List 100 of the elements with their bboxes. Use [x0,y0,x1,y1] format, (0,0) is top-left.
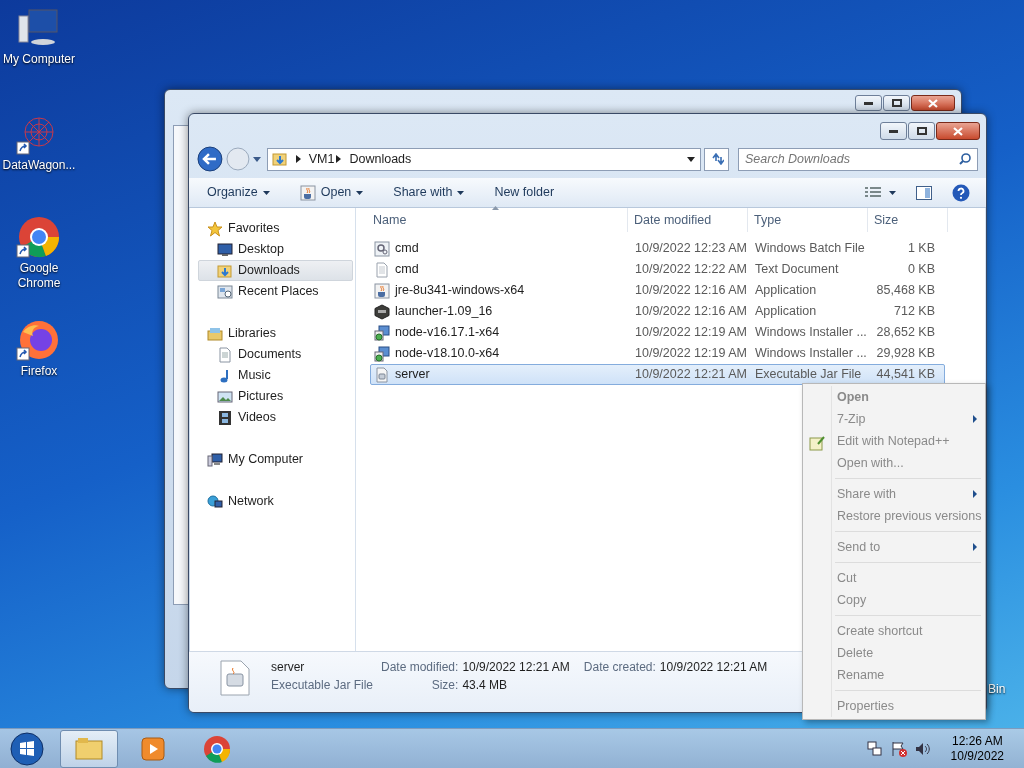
type-cell: Text Document [755,262,839,277]
nav-item[interactable]: Pictures [198,386,353,407]
file-row[interactable]: node-v18.10.0-x64 10/9/2022 12:19 AM Windows Installer ... 29,928 KB [370,343,945,364]
breadcrumb[interactable]: VM1 [308,149,335,169]
minimize-button[interactable] [880,122,907,140]
preview-pane-icon [916,185,932,200]
size-cell: 1 KB [907,241,935,256]
taskbar-button[interactable] [60,729,118,768]
nav-item[interactable]: Downloads [198,260,353,281]
close-icon [928,98,938,108]
size-cell: 712 KB [894,304,935,319]
type-cell: Application [755,283,817,298]
column-header[interactable]: Size [874,210,899,230]
file-row[interactable]: server 10/9/2022 12:21 AM Executable Jar File 44,541 KB [370,364,945,385]
coffee-cup-icon [374,282,390,299]
file-row[interactable]: jre-8u341-windows-x64 10/9/2022 12:16 AM Application 85,468 KB [370,280,945,301]
type-cell: Windows Installer ... [755,346,867,361]
file-row[interactable]: cmd 10/9/2022 12:22 AM Text Document 0 KB [370,259,945,280]
nav-item[interactable]: Videos [198,407,353,428]
close-icon [953,126,963,136]
help-icon [952,183,970,202]
size-cell: 0 KB [907,262,935,277]
windows-orb-icon [10,731,44,766]
details-value: 10/9/2022 12:21 AM [462,660,570,674]
column-header[interactable]: Name [373,210,407,230]
chrome-logo-icon [202,734,232,763]
sort-arrow-icon [491,206,499,210]
flag-error-icon [890,740,907,757]
minimize-icon [864,101,873,105]
search-field[interactable]: Search Downloads [738,147,978,171]
column-header[interactable]: Date modified [634,210,712,230]
media-player-icon [138,734,168,763]
maximize-icon [891,99,902,107]
dropdown-caret-icon [252,156,261,162]
close-button[interactable] [936,122,980,140]
back-button-icon[interactable] [197,146,223,172]
nav-item[interactable]: Libraries [198,323,353,344]
date-cell: 10/9/2022 12:19 AM [635,325,747,340]
close-button[interactable] [911,95,955,111]
desktop-icon-label[interactable]: Google Chrome [9,261,69,291]
nav-item[interactable]: Recent Places [198,281,353,302]
refresh-icon [709,153,724,165]
toolbar-button[interactable]: Organize [199,180,278,205]
minimize-button[interactable] [855,95,882,111]
view-options-icon[interactable] [865,186,881,199]
details-value: 10/9/2022 12:21 AM [659,660,768,674]
refresh-button[interactable] [704,147,729,171]
clock-date[interactable]: 10/9/2022 [950,748,1004,764]
jar-file-icon [374,366,390,383]
nav-item[interactable]: Documents [198,344,353,365]
nav-item[interactable]: Network [198,491,353,512]
type-cell: Windows Installer ... [755,325,867,340]
date-cell: 10/9/2022 12:23 AM [635,241,747,256]
desktop-icon-label[interactable]: Firefox [0,364,78,379]
maximize-button[interactable] [908,122,935,140]
toolbar-button[interactable]: Share with [385,180,473,205]
date-cell: 10/9/2022 12:19 AM [635,346,747,361]
hexagon-icon [374,303,390,320]
desktop-icon-label[interactable]: My Computer [0,52,78,67]
size-cell: 28,652 KB [876,325,935,340]
clock-time[interactable]: 12:26 AM [950,733,1004,749]
date-cell: 10/9/2022 12:22 AM [635,262,747,277]
file-name: node-v18.10.0-x64 [395,345,500,363]
maximize-button[interactable] [883,95,910,111]
date-cell: 10/9/2022 12:16 AM [635,304,747,319]
installer-package-icon [374,345,390,362]
details-file-name: server [271,660,305,674]
details-label: Date modified: [381,660,459,674]
chevron-icon [295,155,301,163]
nav-item[interactable]: Favorites [198,218,353,239]
address-bar[interactable]: VM1 Downloads [266,147,702,171]
nav-item[interactable]: Desktop [198,239,353,260]
toolbar-button[interactable]: New folder [486,180,563,205]
film-icon [217,409,233,426]
desktop-icon-label[interactable]: DataWagon... [0,158,78,173]
caret-icon [262,190,270,195]
file-row[interactable]: launcher-1.09_16 10/9/2022 12:16 AM Application 712 KB [370,301,945,322]
recent-places-icon [217,283,233,300]
file-name: jre-8u341-windows-x64 [395,282,525,300]
globe-monitor-icon [207,493,223,510]
column-header[interactable]: Type [754,210,782,230]
nav-item[interactable]: Music [198,365,353,386]
file-name: launcher-1.09_16 [395,303,493,321]
file-row[interactable]: node-v16.17.1-x64 10/9/2022 12:19 AM Windows Installer ... 28,652 KB [370,322,945,343]
toolbar-button[interactable]: Open [291,180,372,205]
size-cell: 44,541 KB [876,367,935,382]
details-file-type: Executable Jar File [271,678,374,692]
size-cell: 29,928 KB [876,346,935,361]
details-value: 43.4 MB [462,678,508,692]
computer-icon [207,451,223,468]
search-icon [959,152,971,165]
nav-item[interactable]: My Computer [198,449,353,470]
notepad-icon [809,434,825,451]
caret-icon [457,190,465,195]
breadcrumb[interactable]: Downloads [349,149,412,169]
file-row[interactable]: cmd 10/9/2022 12:23 AM Windows Batch File 1 KB [370,238,945,259]
text-document-icon [374,261,390,278]
minimize-icon [889,129,898,133]
installer-package-icon [374,324,390,341]
file-name: node-v16.17.1-x64 [395,324,500,342]
